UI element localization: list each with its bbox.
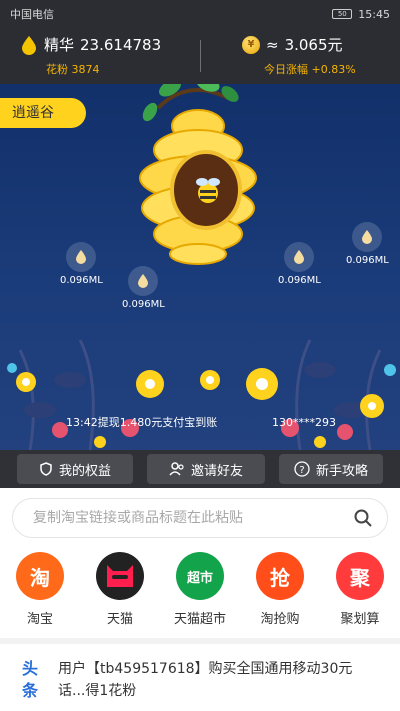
search-input[interactable] (33, 510, 353, 526)
shop-tmall[interactable]: 天猫 (82, 552, 158, 638)
withdrawal-ticker: 13:42提现1.480元支付宝到账 130****293 (0, 412, 400, 434)
headline-text: 用户【tb459517618】购买全国通用移动30元话...得1花粉 (58, 661, 353, 699)
drop-icon (352, 222, 383, 252)
drop-value: 0.096ML (278, 275, 321, 286)
ticker-message: 13:42提现1.480元支付宝到账 (66, 416, 218, 429)
shop-label: 天猫超市 (173, 612, 226, 627)
shop-label: 聚划算 (340, 612, 380, 627)
drop-icon (66, 242, 97, 272)
nectar-drop[interactable]: 0.096ML (346, 222, 389, 266)
price-stat[interactable]: ¥ ≈ 3.065元 今日涨幅 +0.83% (242, 34, 356, 77)
search-bar[interactable] (12, 498, 388, 538)
essence-stat[interactable]: 精华 23.614783 花粉 3874 (20, 34, 161, 77)
petals-label: 花粉 (46, 63, 68, 76)
drop-icon (128, 266, 159, 296)
tmall-cat-icon (96, 552, 144, 600)
search-section (0, 488, 400, 548)
shop-taobao[interactable]: 淘 淘宝 (2, 552, 78, 638)
beginner-guide-button[interactable]: ? 新手攻略 (279, 454, 383, 484)
shop-label: 淘宝 (26, 612, 53, 627)
header-divider (200, 40, 201, 72)
yuan-coin-icon: ¥ (242, 35, 260, 54)
ticker-user: 130****293 (272, 416, 336, 429)
carrier-label: 中国电信 (10, 8, 54, 21)
nectar-drop[interactable]: 0.096ML (278, 242, 321, 286)
my-rights-button[interactable]: 我的权益 (17, 454, 133, 484)
shop-flash-sale[interactable]: 抢 淘抢购 (242, 552, 318, 638)
svg-text:?: ? (299, 465, 304, 476)
price-prefix: ≈ (266, 35, 279, 54)
petals-value: 3874 (71, 63, 100, 76)
action-bar: 我的权益 邀请好友 ? 新手攻略 (0, 450, 400, 488)
change-value: +0.83% (311, 63, 356, 76)
drop-value: 0.096ML (346, 255, 389, 266)
beginner-guide-label: 新手攻略 (315, 463, 368, 479)
search-icon[interactable] (353, 508, 373, 528)
price-value: 3.065元 (284, 36, 343, 54)
nectar-drop[interactable]: 0.096ML (60, 242, 103, 286)
shop-tmall-supermarket[interactable]: 超市 天猫超市 (162, 552, 238, 638)
header-stats: 精华 23.614783 花粉 3874 ¥ ≈ 3.065元 今日涨幅 +0.… (0, 28, 400, 84)
taobao-icon: 淘 (16, 552, 64, 600)
hive-scene: 逍遥谷 0.096ML 0.096ML 0.096ML 0.096ML 13:4… (0, 84, 400, 450)
my-rights-label: 我的权益 (58, 463, 111, 479)
change-label: 今日涨幅 (264, 63, 308, 76)
question-icon: ? (294, 461, 310, 477)
flash-sale-icon: 抢 (256, 552, 304, 600)
essence-drop-icon (22, 35, 36, 55)
juhuasuan-icon: 聚 (336, 552, 384, 600)
clock: 15:45 (358, 7, 390, 21)
invite-friends-label: 邀请好友 (190, 463, 243, 479)
beehive-illustration[interactable] (118, 84, 278, 268)
shop-juhuasuan[interactable]: 聚 聚划算 (322, 552, 398, 638)
valley-tag[interactable]: 逍遥谷 (0, 98, 86, 128)
shield-icon (40, 462, 52, 476)
essence-value: 23.614783 (80, 35, 162, 54)
battery-icon: 50 (332, 9, 353, 19)
invite-friends-button[interactable]: 邀请好友 (147, 454, 265, 484)
people-icon (169, 462, 184, 476)
shop-label: 天猫 (106, 612, 133, 627)
essence-label: 精华 (44, 36, 75, 54)
shop-shortcuts: 淘 淘宝 天猫 超市 天猫超市 抢 淘抢购 聚 聚划算 (0, 548, 400, 638)
tmall-supermarket-icon: 超市 (176, 552, 224, 600)
headline-tag: 头条 (22, 659, 39, 700)
drop-value: 0.096ML (122, 299, 165, 310)
shop-label: 淘抢购 (260, 612, 300, 627)
drop-icon (284, 242, 315, 272)
drop-value: 0.096ML (60, 275, 103, 286)
nectar-drop[interactable]: 0.096ML (122, 266, 165, 310)
headline-news[interactable]: 头条 用户【tb459517618】购买全国通用移动30元话...得1花粉 (0, 640, 400, 711)
status-bar: 中国电信 50 15:45 (0, 0, 400, 28)
